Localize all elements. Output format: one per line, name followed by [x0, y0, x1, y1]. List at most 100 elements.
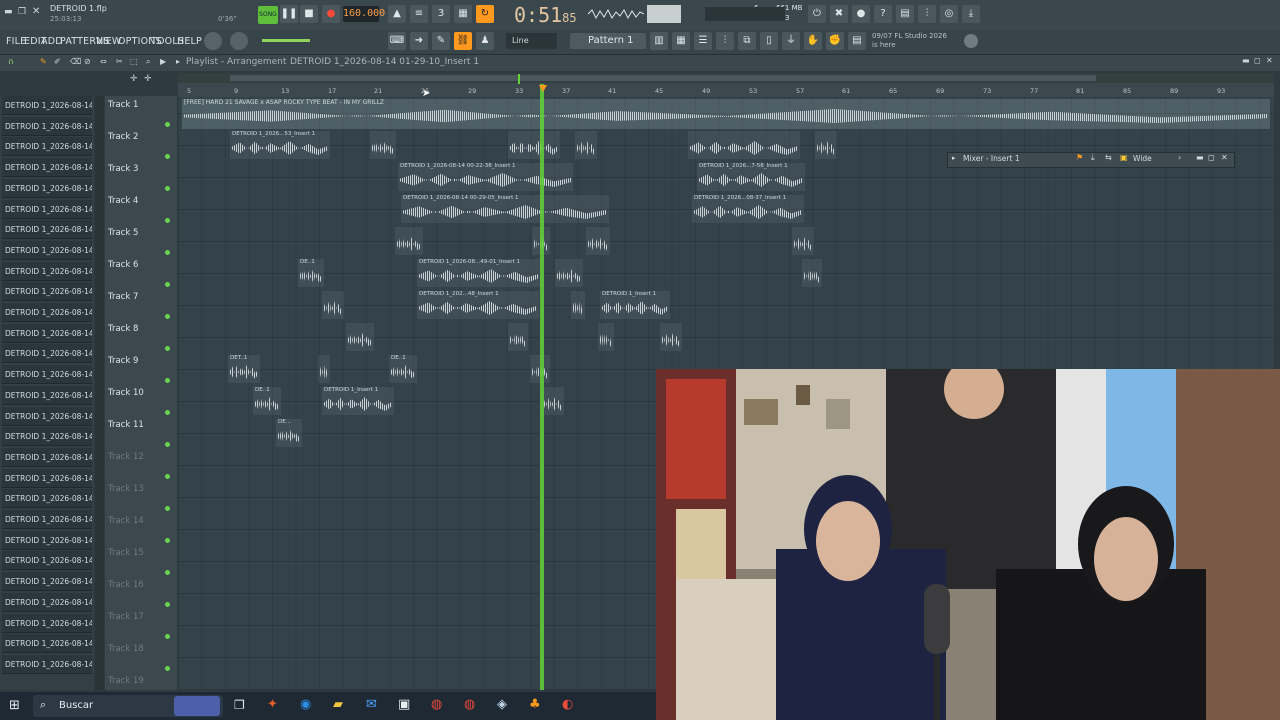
- mixer-next-icon[interactable]: ›: [1178, 153, 1181, 162]
- audio-clip[interactable]: [688, 131, 800, 159]
- mixer-minimize-icon[interactable]: ▬: [1196, 153, 1204, 162]
- edge-icon[interactable]: ◉: [300, 697, 311, 712]
- clip-source-item[interactable]: DETROID 1_2026-08-14 0...: [2, 654, 92, 674]
- account-avatar[interactable]: [964, 34, 978, 48]
- draw-icon[interactable]: ✎: [40, 57, 47, 66]
- track-mute-led[interactable]: [165, 154, 170, 159]
- track-label[interactable]: Track 4: [108, 196, 138, 206]
- timeline-ruler[interactable]: [178, 83, 1274, 97]
- plugin-picker-button[interactable]: ⧉: [738, 32, 756, 50]
- scroll-thumb[interactable]: [230, 75, 1096, 81]
- playhead[interactable]: [540, 84, 544, 690]
- track-mute-led[interactable]: [165, 634, 170, 639]
- pause-button[interactable]: ❚❚: [280, 5, 298, 23]
- select-icon[interactable]: ⬚: [130, 57, 138, 66]
- clip-source-item[interactable]: DETROID 1_2026-08-14 0...: [2, 489, 92, 509]
- clip-list-scrollbar[interactable]: [95, 96, 104, 690]
- news-button[interactable]: ▤: [848, 32, 866, 50]
- mail-icon[interactable]: ✉: [366, 697, 377, 712]
- clip-source-item[interactable]: DETROID 1_2026-08-14 0...: [2, 592, 92, 612]
- mixer-expand-icon[interactable]: ▸: [952, 154, 956, 162]
- audio-clip[interactable]: [571, 291, 585, 319]
- task-view-icon[interactable]: ❐: [234, 698, 245, 712]
- metronome-button[interactable]: ▲: [388, 5, 406, 23]
- tempo-display[interactable]: 160.000: [343, 6, 385, 22]
- mixer-layout-icon[interactable]: ▣: [1120, 153, 1128, 162]
- clip-source-item[interactable]: DETROID 1_2026-08-14 0...: [2, 240, 92, 260]
- magnet-icon[interactable]: ∩: [8, 57, 14, 66]
- browser-button[interactable]: ▤: [896, 5, 914, 23]
- clip-source-item[interactable]: DETROID 1_2026-08-14 0...: [2, 365, 92, 385]
- export-button[interactable]: ⤓: [962, 5, 980, 23]
- clip-source-item[interactable]: DETROID 1_2026-08-14 0...: [2, 613, 92, 633]
- minimize-icon[interactable]: ▬: [4, 7, 13, 17]
- track-mute-led[interactable]: [165, 442, 170, 447]
- track-label[interactable]: Track 15: [108, 548, 144, 558]
- track-mute-led[interactable]: [165, 346, 170, 351]
- clip-source-item[interactable]: DETROID 1_2026-08-14 0...: [2, 282, 92, 302]
- pattern-select[interactable]: Pattern 1: [570, 33, 646, 49]
- audio-clip[interactable]: DETROID 1_2026...53_Insert 1: [230, 131, 330, 159]
- audio-clip[interactable]: [395, 227, 423, 255]
- track-mute-led[interactable]: [165, 250, 170, 255]
- menu-help[interactable]: HELP: [177, 36, 202, 47]
- audio-clip[interactable]: DETROID 1_2026-08-14 00-22-38_Insert 1: [398, 163, 573, 191]
- channel-rack-button[interactable]: ▦: [672, 32, 690, 50]
- clip-source-item[interactable]: DETROID 1_2026-08-14 0...: [2, 96, 92, 115]
- paint-icon[interactable]: ✐: [54, 57, 61, 66]
- chrome-icon[interactable]: ◍: [431, 697, 442, 712]
- track-mute-led[interactable]: [165, 410, 170, 415]
- track-label[interactable]: Track 18: [108, 644, 144, 654]
- track-label[interactable]: Track 6: [108, 260, 138, 270]
- restore-icon[interactable]: ❐: [18, 7, 26, 17]
- clip-source-item[interactable]: DETROID 1_2026-08-14 0...: [2, 220, 92, 240]
- audio-clip[interactable]: [575, 131, 597, 159]
- close-icon[interactable]: ✕: [32, 6, 40, 17]
- playlist-menu-icon[interactable]: ▸: [176, 57, 180, 66]
- clip-source-item[interactable]: DETROID 1_2026-08-14 0...: [2, 199, 92, 219]
- obs-icon[interactable]: ◐: [562, 697, 573, 712]
- playlist-maximize-icon[interactable]: ◻: [1254, 56, 1261, 65]
- mixer-route-icon[interactable]: ⇆: [1105, 153, 1112, 162]
- track-mute-led[interactable]: [165, 474, 170, 479]
- clip-source-item[interactable]: DETROID 1_2026-08-14 0...: [2, 137, 92, 157]
- mixer-close-icon[interactable]: ✕: [1221, 153, 1228, 162]
- audio-clip[interactable]: DETROID 1_2026...7-58_Insert 1: [697, 163, 805, 191]
- master-volume-slider[interactable]: [262, 39, 310, 42]
- audio-clip[interactable]: [508, 323, 528, 351]
- track-mute-led[interactable]: [165, 570, 170, 575]
- clip-source-item[interactable]: DETROID 1_2026-08-14 0...: [2, 447, 92, 467]
- audio-clip[interactable]: DET..1: [228, 355, 260, 383]
- audio-clip[interactable]: [555, 259, 583, 287]
- clip-source-item[interactable]: DETROID 1_2026-08-14 0...: [2, 158, 92, 178]
- audio-clip[interactable]: DE..1: [298, 259, 324, 287]
- track-mute-led[interactable]: [165, 506, 170, 511]
- clip-source-item[interactable]: DETROID 1_2026-08-14 0...: [2, 530, 92, 550]
- track-label[interactable]: Track 8: [108, 324, 138, 334]
- track-label[interactable]: Track 5: [108, 228, 138, 238]
- clip-source-item[interactable]: DETROID 1_2026-08-14 0...: [2, 427, 92, 447]
- delete-icon[interactable]: ⌫: [70, 57, 81, 66]
- slip-icon[interactable]: ⇔: [100, 57, 107, 66]
- song-mode-button[interactable]: SONG: [258, 6, 278, 24]
- track-mute-led[interactable]: [165, 218, 170, 223]
- steam-icon[interactable]: ◈: [497, 697, 507, 712]
- track-label[interactable]: Track 12: [108, 452, 144, 462]
- track-label[interactable]: Track 9: [108, 356, 138, 366]
- audio-clip[interactable]: DETROID 1_Insert 1: [600, 291, 670, 319]
- snap-select[interactable]: Line: [506, 33, 557, 49]
- clip-source-item[interactable]: DETROID 1_2026-08-14 0...: [2, 323, 92, 343]
- track-label[interactable]: Track 16: [108, 580, 144, 590]
- track-mute-led[interactable]: [165, 602, 170, 607]
- piano-roll-button[interactable]: ▥: [650, 32, 668, 50]
- mixer-wide-mode[interactable]: Wide: [1133, 154, 1152, 163]
- horizontal-scrollbar[interactable]: [178, 73, 1274, 83]
- track-label[interactable]: Track 11: [108, 420, 144, 430]
- wait-input-button[interactable]: ≡: [410, 5, 428, 23]
- audio-clip[interactable]: [792, 227, 814, 255]
- audio-clip[interactable]: DETROID 1_2026-08...49-01_Insert 1: [417, 259, 541, 287]
- mic-button[interactable]: ●: [852, 5, 870, 23]
- slice-icon[interactable]: ✂: [116, 57, 123, 66]
- mixer-maximize-icon[interactable]: ◻: [1208, 153, 1215, 162]
- audio-clip[interactable]: [508, 131, 560, 159]
